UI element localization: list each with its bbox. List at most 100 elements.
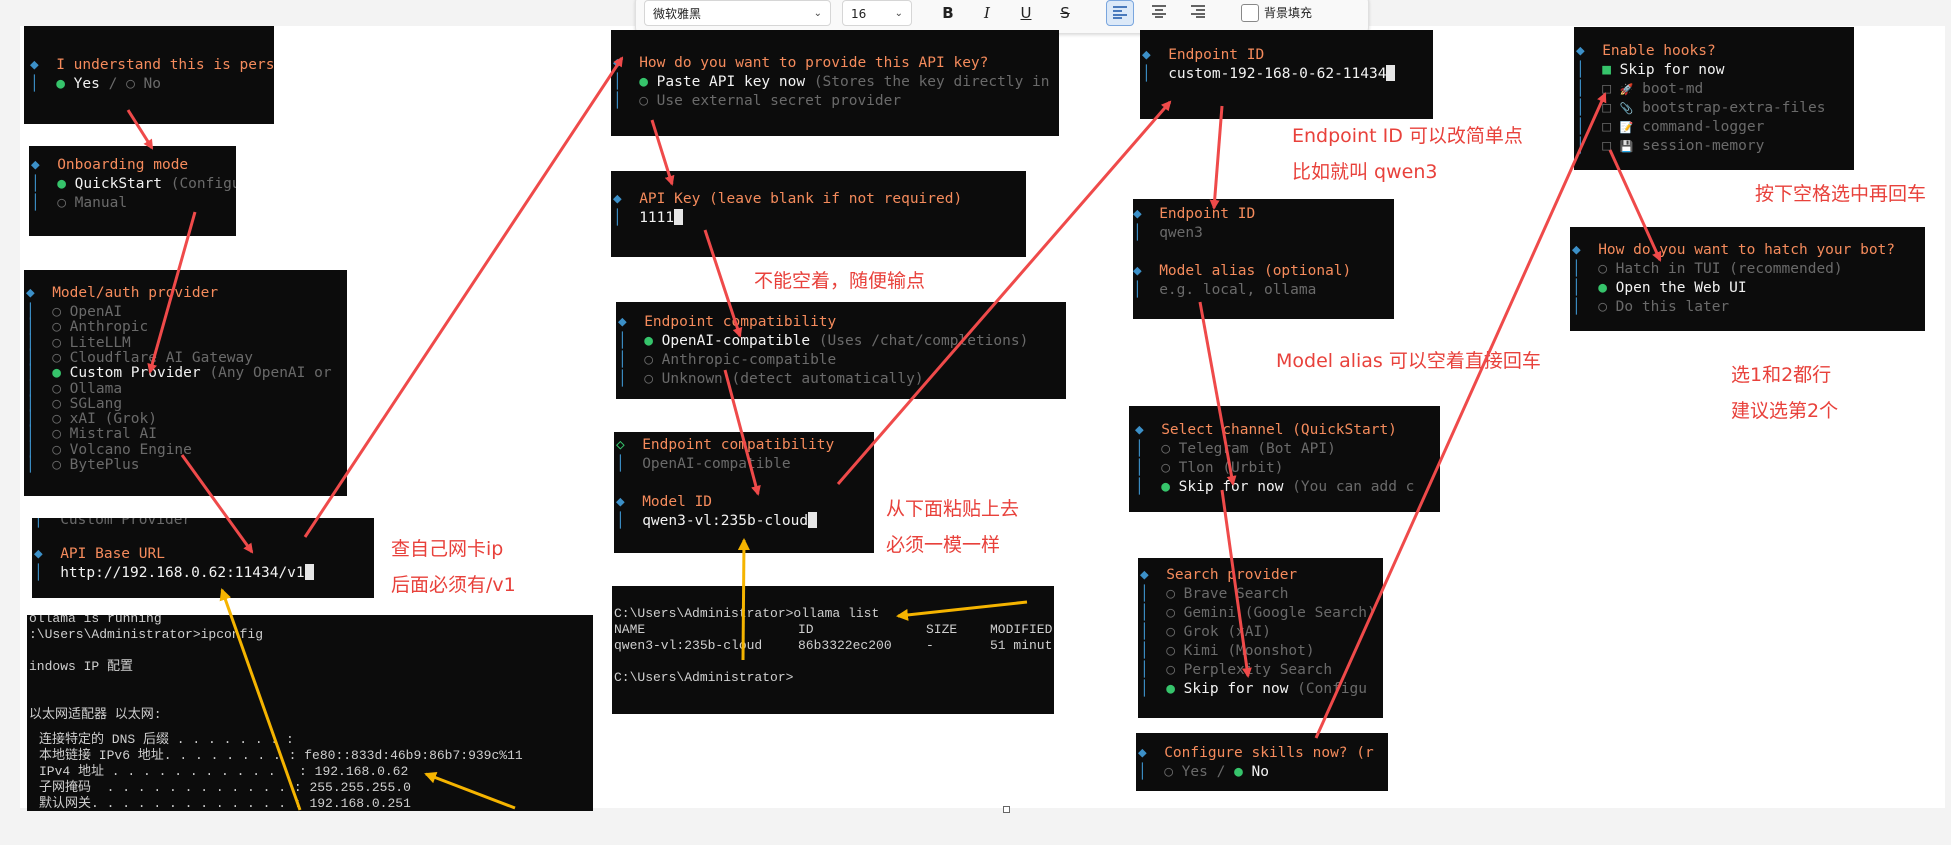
radio-empty-icon: ○ (644, 352, 653, 368)
diamond-icon: ◆ (618, 314, 627, 330)
terminal-base-url: │ Custom Provider ◆ API Base URL │ http:… (32, 518, 374, 598)
hook-label[interactable]: session-memory (1642, 138, 1764, 154)
cmd-ollama-list: C:\Users\Administrator>ollama list NAME I… (612, 586, 1054, 714)
search-label[interactable]: Grok (xAI) (1184, 624, 1271, 640)
search-option[interactable]: │ ○ Grok (xAI) (1140, 623, 1271, 642)
endpoint-id-input[interactable]: custom-192-168-0-62-11434 (1168, 66, 1386, 82)
hook-label[interactable]: command-logger (1642, 119, 1764, 135)
option-anthropic-compatible[interactable]: Anthropic-compatible (662, 352, 837, 368)
prompt-title: How do you want to hatch your bot? (1598, 242, 1896, 258)
prompt-title: Endpoint compatibility (644, 314, 837, 330)
hook-option[interactable]: │ □ 🚀 boot-md (1576, 80, 1703, 99)
model-alias-input[interactable]: e.g. local, ollama (1159, 282, 1316, 298)
option-hatch-tui[interactable]: Hatch in TUI (recommended) (1616, 261, 1843, 277)
option-external-secret[interactable]: Use external secret provider (657, 93, 901, 109)
option-yes[interactable]: Yes (74, 76, 100, 92)
table-cell: qwen3-vl:235b-cloud (614, 638, 763, 653)
table-cell: 86b3322ec200 (798, 638, 892, 653)
terminal-hooks: ◆ Enable hooks? │ ■ Skip for now │ □ 🚀 b… (1574, 27, 1854, 170)
option-openai-compatible[interactable]: OpenAI-compatible (662, 333, 810, 349)
search-option[interactable]: │ ○ Kimi (Moonshot) (1140, 642, 1315, 661)
diamond-icon: ◆ (1133, 263, 1142, 279)
search-label[interactable]: Gemini (Google Search) (1184, 605, 1376, 621)
paperclip-icon: 📎 (1619, 102, 1634, 115)
option-yes[interactable]: Yes (1182, 764, 1208, 780)
search-label[interactable]: Brave Search (1184, 586, 1289, 602)
option-skip[interactable]: Skip for now (1184, 681, 1289, 697)
provider-hint: (Any OpenAI or (209, 365, 332, 382)
option-tlon[interactable]: Tlon (Urbit) (1179, 460, 1284, 476)
memo-icon: 📝 (1619, 121, 1634, 134)
api-key-input[interactable]: 1111 (639, 210, 674, 226)
checkbox-empty-icon: □ (1602, 100, 1611, 116)
italic-button[interactable]: I (973, 0, 1001, 26)
hook-option[interactable]: │ □ 📎 bootstrap-extra-files (1576, 99, 1825, 118)
base-url-input[interactable]: http://192.168.0.62:11434/v1 (60, 565, 304, 581)
prompt-title: Onboarding mode (57, 157, 189, 173)
terminal-model-id: ◇ Endpoint compatibility │ OpenAI-compat… (614, 432, 874, 553)
font-family-select[interactable]: 微软雅黑 ⌄ (644, 0, 831, 26)
terminal-search: ◆ Search provider │ ○ Brave Search │ ○ Ge… (1138, 558, 1383, 718)
radio-empty-icon: ○ (1598, 261, 1607, 277)
hook-option[interactable]: │ □ 💾 session-memory (1576, 137, 1764, 156)
cmd-ipconfig: ollama is running :\Users\Administrator>… (27, 615, 593, 811)
note-paste: 从下面粘贴上去 (886, 498, 1020, 520)
ipconfig-label: 子网掩码 . . . . . . . . . . . . : (39, 780, 302, 795)
option-skip[interactable]: Skip for now (1179, 479, 1284, 495)
radio-empty-icon: ○ (1166, 624, 1175, 640)
option-telegram[interactable]: Telegram (Bot API) (1179, 441, 1336, 457)
provider-label[interactable]: BytePlus (70, 457, 140, 473)
option-unknown[interactable]: Unknown (detect automatically) (662, 371, 924, 387)
search-option[interactable]: │ ○ Gemini (Google Search) (1140, 604, 1376, 623)
bold-button[interactable]: B (934, 0, 962, 26)
checkbox-empty-icon: □ (1602, 81, 1611, 97)
note-recommend: 建议选第2个 (1731, 400, 1839, 422)
align-left-icon (1113, 6, 1127, 19)
radio-empty-icon: ○ (1164, 764, 1173, 780)
ipconfig-label: IPv4 地址 . . . . . . . . . . . . : (39, 764, 307, 779)
search-label[interactable]: Perplexity Search (1184, 662, 1332, 678)
option-manual[interactable]: Manual (75, 195, 127, 211)
ipconfig-row: 连接特定的 DNS 后缀 . . . . . . . : (39, 732, 302, 748)
model-id-input[interactable]: qwen3-vl:235b-cloud (642, 513, 808, 529)
ipconfig-label: 默认网关. . . . . . . . . . . . . : (39, 796, 302, 811)
hook-option[interactable]: │ □ 📝 command-logger (1576, 118, 1764, 137)
hook-label[interactable]: boot-md (1642, 81, 1703, 97)
diamond-icon: ◆ (613, 191, 622, 207)
radio-selected-icon: ● (644, 333, 653, 349)
strikethrough-button[interactable]: S (1051, 0, 1079, 26)
ipconfig-value: fe80::833d:46b9:86b7:939c%11 (304, 748, 523, 763)
option-paste-key[interactable]: Paste API key now (657, 74, 805, 90)
search-label[interactable]: Kimi (Moonshot) (1184, 643, 1315, 659)
background-fill-checkbox[interactable] (1241, 4, 1259, 22)
align-right-button[interactable] (1184, 0, 1212, 26)
resize-handle[interactable] (1003, 806, 1010, 813)
option-later[interactable]: Do this later (1616, 299, 1730, 315)
provider-option[interactable]: │ ○ BytePlus (26, 456, 140, 475)
option-web-ui[interactable]: Open the Web UI (1616, 280, 1747, 296)
option-quickstart[interactable]: QuickStart (75, 176, 162, 192)
search-option[interactable]: │ ○ Perplexity Search (1140, 661, 1332, 680)
prompt-title: Select channel (QuickStart) (1161, 422, 1397, 438)
radio-empty-icon: ○ (1161, 441, 1170, 457)
terminal-endpoint-1: ◆ Endpoint ID │ custom-192-168-0-62-1143… (1140, 30, 1433, 119)
diamond-icon: ◆ (1576, 43, 1585, 59)
diamond-icon: ◆ (1572, 242, 1581, 258)
column-header: ID (798, 622, 814, 637)
underline-button[interactable]: U (1012, 0, 1040, 26)
diamond-icon: ◆ (34, 546, 43, 562)
option-no[interactable]: No (1252, 764, 1269, 780)
search-option[interactable]: │ ○ Brave Search (1140, 585, 1288, 604)
align-left-button[interactable] (1106, 0, 1134, 26)
ipconfig-row: IPv4 地址 . . . . . . . . . . . . : 192.16… (39, 764, 408, 780)
prompt-title: Endpoint compatibility (642, 437, 835, 453)
align-center-button[interactable] (1145, 0, 1173, 26)
radio-empty-icon: ○ (1166, 605, 1175, 621)
text-cursor (808, 512, 818, 528)
option-skip[interactable]: Skip for now (1620, 62, 1725, 78)
hook-label[interactable]: bootstrap-extra-files (1642, 100, 1825, 116)
diamond-outline-icon: ◇ (616, 437, 625, 453)
table-cell: 51 minut (990, 638, 1053, 653)
font-size-select[interactable]: 16 ⌄ (842, 0, 912, 26)
option-no[interactable]: No (144, 76, 161, 92)
